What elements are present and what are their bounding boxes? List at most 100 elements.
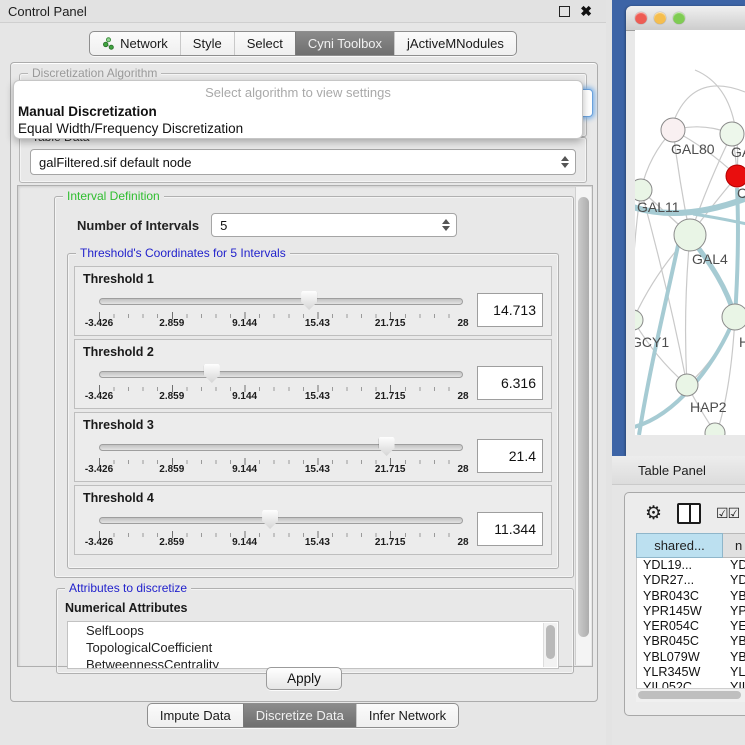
network-canvas[interactable]: GAL80GACGAL11GAL4GCY1HHAP2 [635, 30, 745, 435]
slider-track[interactable] [99, 371, 463, 378]
slider-tick-labels: -3.4262.8599.14415.4321.71528 [99, 464, 463, 476]
tab-label: Style [193, 36, 222, 51]
tab-network[interactable]: Network [90, 32, 180, 55]
close-icon[interactable]: ✖ [580, 6, 592, 16]
table-cell: YBR0 [722, 634, 745, 649]
network-edge[interactable] [735, 188, 738, 317]
tab-cyni-toolbox[interactable]: Cyni Toolbox [295, 32, 394, 55]
network-node-label: GA [731, 144, 745, 160]
tab-discretize-data[interactable]: Discretize Data [243, 704, 356, 727]
table-data-group: Table Data galFiltered.sif default node [19, 137, 587, 183]
tab-select[interactable]: Select [234, 32, 295, 55]
tick-label: 28 [457, 537, 468, 548]
slider-handle-icon[interactable] [379, 437, 395, 456]
network-node[interactable] [661, 118, 685, 142]
network-node[interactable] [635, 179, 652, 201]
apply-button[interactable]: Apply [266, 667, 342, 690]
threshold-slider[interactable]: -3.4262.8599.14415.4321.71528 [99, 509, 463, 549]
threshold-value-field[interactable]: 11.344 [477, 512, 543, 546]
table-row[interactable]: YBR045CYBR0 [637, 634, 745, 649]
threshold-row: -3.4262.8599.14415.4321.71528 14.713 [83, 290, 543, 330]
table-row[interactable]: YIL052CYIL0 [637, 680, 745, 688]
threshold-value-field[interactable]: 14.713 [477, 293, 543, 327]
table-row[interactable]: YBR043CYBR0 [637, 589, 745, 604]
tick-label: 28 [457, 318, 468, 329]
threshold-label: Threshold 1 [83, 272, 543, 286]
table-hscrollbar[interactable] [636, 688, 745, 702]
table-cell: YLR345W [637, 665, 722, 680]
slider-track[interactable] [99, 298, 463, 305]
network-node[interactable] [705, 423, 725, 435]
columns-icon[interactable] [677, 503, 701, 524]
discretization-algorithm-group-title: Discretization Algorithm [28, 66, 161, 80]
tick-label: 9.144 [232, 391, 257, 402]
interval-definition-group: Interval Definition Number of Intervals … [54, 196, 574, 578]
tick-label: -3.426 [85, 391, 113, 402]
threshold-slider[interactable]: -3.4262.8599.14415.4321.71528 [99, 290, 463, 330]
network-node[interactable] [720, 122, 744, 146]
threshold-label: Threshold 4 [83, 491, 543, 505]
select-columns-icon[interactable]: ☑☑ [716, 505, 739, 522]
float-window-icon[interactable] [559, 6, 570, 17]
slider-handle-icon[interactable] [262, 510, 278, 529]
tick-label: 15.43 [305, 391, 330, 402]
table-row[interactable]: YER054CYER0 [637, 619, 745, 634]
algorithm-option[interactable]: Equal Width/Frequency Discretization [14, 120, 582, 137]
attributes-group: Attributes to discretize Numerical Attri… [56, 588, 574, 674]
slider-handle-icon[interactable] [301, 291, 317, 310]
settings-scrollpane: Interval Definition Number of Intervals … [17, 185, 593, 667]
tab-infer-network[interactable]: Infer Network [356, 704, 458, 727]
algorithm-option[interactable]: Manual Discretization [14, 103, 582, 120]
attribute-list-item[interactable]: TopologicalCoefficient [68, 639, 558, 656]
attributes-scrollbar[interactable] [543, 623, 557, 667]
network-edge[interactable] [641, 190, 687, 385]
slider-track[interactable] [99, 517, 463, 524]
number-of-intervals-value: 5 [220, 218, 227, 233]
control-panel-title: Control Panel [8, 4, 559, 19]
tab-impute-data[interactable]: Impute Data [148, 704, 243, 727]
attribute-list-item[interactable]: SelfLoops [68, 622, 558, 639]
table-column-header[interactable]: n [723, 533, 745, 558]
table-cell: YLR3 [722, 665, 745, 680]
table-row[interactable]: YDR27...YDR2 [637, 573, 745, 588]
slider-track[interactable] [99, 444, 463, 451]
table-cell: YER0 [722, 619, 745, 634]
network-node[interactable] [726, 165, 745, 187]
number-of-intervals-combobox[interactable]: 5 [211, 213, 457, 237]
table-row[interactable]: YDL19...YDL1 [637, 558, 745, 573]
threshold-slider[interactable]: -3.4262.8599.14415.4321.71528 [99, 363, 463, 403]
table-row[interactable]: YPR145WYPR1 [637, 604, 745, 619]
tab-label: Network [120, 36, 168, 51]
network-node[interactable] [635, 310, 643, 330]
threshold-value-field[interactable]: 21.4 [477, 439, 543, 473]
threshold-label: Threshold 2 [83, 345, 543, 359]
settings-scrollbar[interactable] [575, 187, 591, 665]
network-node[interactable] [674, 219, 706, 251]
tick-label: 2.859 [159, 464, 184, 475]
table-row[interactable]: YLR345WYLR3 [637, 665, 745, 680]
network-edge[interactable] [686, 235, 690, 385]
tab-jactivemnodules[interactable]: jActiveMNodules [394, 32, 516, 55]
tab-style[interactable]: Style [180, 32, 234, 55]
network-node-label: C [737, 185, 745, 201]
close-traffic-light-icon[interactable] [635, 12, 647, 24]
slider-handle-icon[interactable] [204, 364, 220, 383]
network-view-frame: GAL80GACGAL11GAL4GCY1HHAP2 [612, 0, 745, 456]
node-table: shared...n YDL19...YDL1YDR27...YDR2YBR04… [636, 533, 745, 702]
minimize-traffic-light-icon[interactable] [654, 12, 666, 24]
table-column-header[interactable]: shared... [636, 533, 723, 558]
numerical-attributes-list[interactable]: SelfLoopsTopologicalCoefficientBetweenne… [67, 621, 559, 669]
network-edge[interactable] [675, 86, 745, 118]
network-node[interactable] [722, 304, 745, 330]
table-cell: YBL079W [637, 650, 722, 665]
zoom-traffic-light-icon[interactable] [673, 12, 685, 24]
network-node[interactable] [676, 374, 698, 396]
table-data-combobox[interactable]: galFiltered.sif default node [30, 149, 576, 175]
bottom-tab-bar: Impute DataDiscretize DataInfer Network [0, 703, 606, 728]
gear-icon[interactable]: ⚙ [645, 504, 662, 523]
threshold-value-field[interactable]: 6.316 [477, 366, 543, 400]
table-row[interactable]: YBL079WYBL0 [637, 650, 745, 665]
tick-label: 21.715 [375, 537, 406, 548]
threshold-slider[interactable]: -3.4262.8599.14415.4321.71528 [99, 436, 463, 476]
table-cell: YER054C [637, 619, 722, 634]
